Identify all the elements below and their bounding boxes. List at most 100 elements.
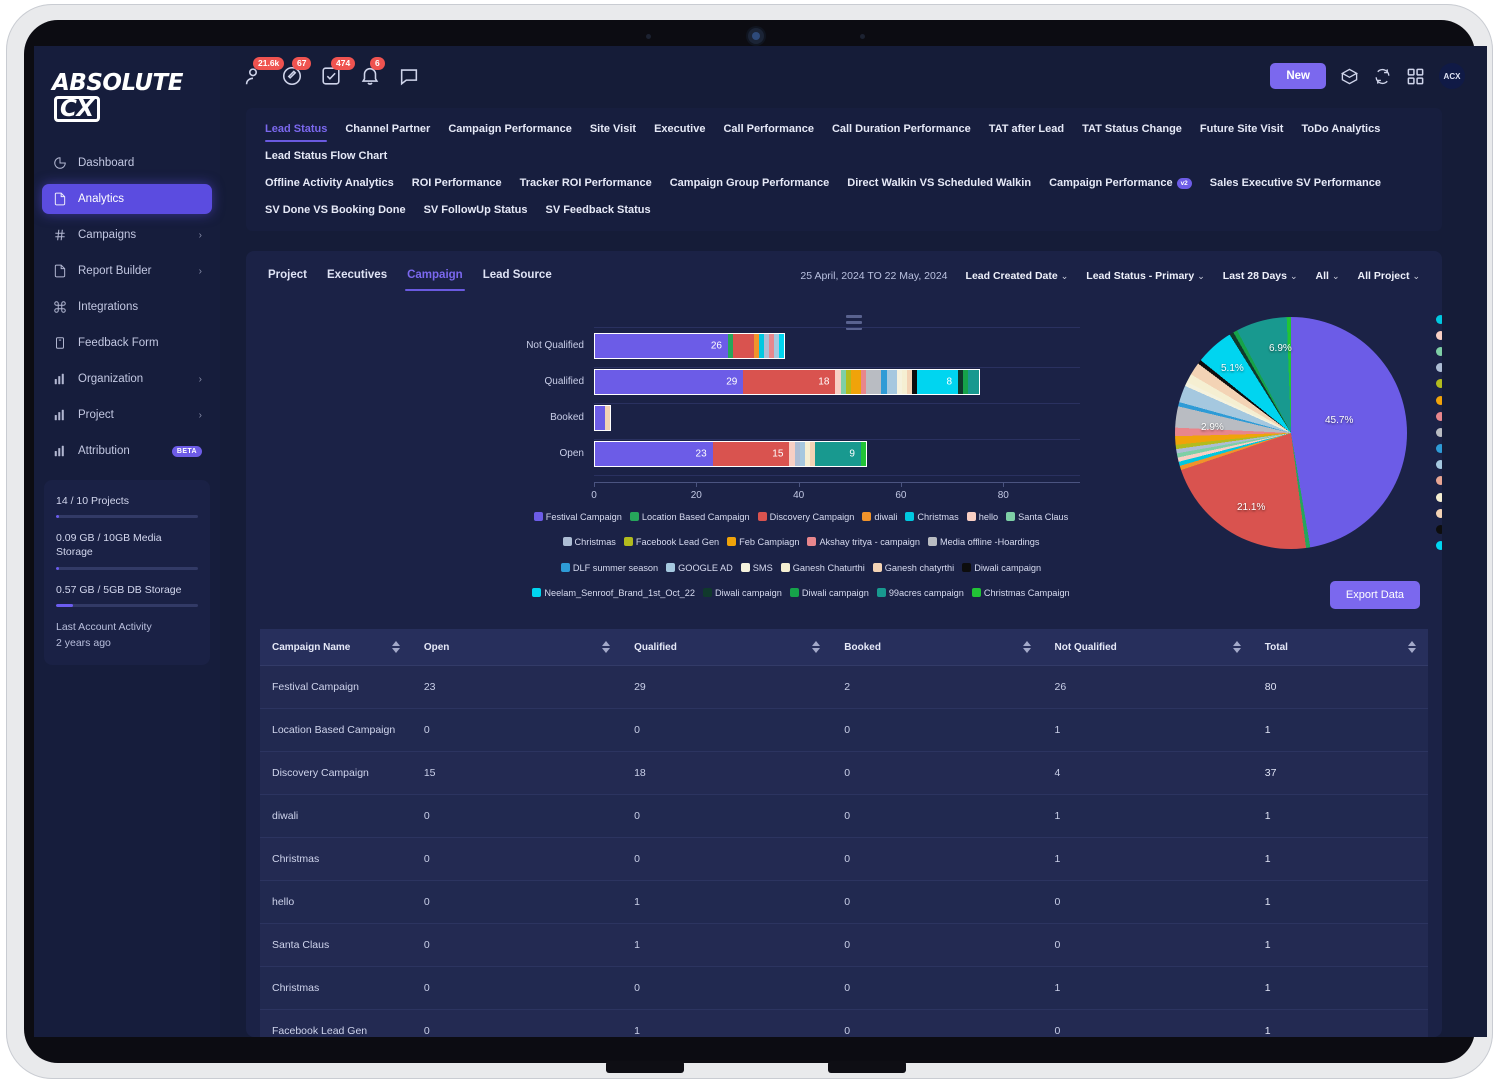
bar-legend-item[interactable]: Facebook Lead Gen xyxy=(623,535,719,550)
refresh-icon[interactable] xyxy=(1373,67,1392,86)
tab-campaign-group-performance[interactable]: Campaign Group Performance xyxy=(661,171,839,198)
bar-legend-item[interactable]: Festival Campaign xyxy=(533,510,622,525)
pie-legend-item[interactable]: SMS xyxy=(1436,473,1442,489)
sidebar-item-attribution[interactable]: Attribution BETA xyxy=(42,436,212,466)
pie-legend-item[interactable]: Christmas xyxy=(1436,360,1442,376)
pie-legend-item[interactable]: Facebook Lead Gen xyxy=(1436,376,1442,392)
tab-direct-walkin-vs-scheduled-walkin[interactable]: Direct Walkin VS Scheduled Walkin xyxy=(838,171,1040,198)
pie-legend-item[interactable]: Christmas xyxy=(1436,311,1442,327)
sort-icon[interactable] xyxy=(391,641,400,653)
bar-legend-item[interactable]: Media offline -Hoardings xyxy=(928,535,1039,550)
chat-icon[interactable] xyxy=(398,65,420,87)
sort-icon[interactable] xyxy=(812,641,821,653)
table-row[interactable]: hello 0 1 0 0 1 xyxy=(260,880,1428,924)
table-row[interactable]: Discovery Campaign 15 18 0 4 37 xyxy=(260,751,1428,795)
tab-roi-performance[interactable]: ROI Performance xyxy=(403,171,511,198)
filter-period[interactable]: Last 28 Days ⌄ xyxy=(1223,270,1298,282)
bar-segment[interactable] xyxy=(968,370,979,394)
new-button[interactable]: New xyxy=(1270,63,1326,89)
tab-lead-status-flow-chart[interactable]: Lead Status Flow Chart xyxy=(256,144,396,171)
sidebar-item-project[interactable]: Project › xyxy=(42,400,212,430)
pie-legend-item[interactable]: Media offline -Hoardings xyxy=(1436,424,1442,440)
sort-icon[interactable] xyxy=(1408,641,1416,653)
tab-sv-followup-status[interactable]: SV FollowUp Status xyxy=(415,198,537,225)
filter-lead-status-primary[interactable]: Lead Status - Primary ⌄ xyxy=(1086,270,1205,282)
avatar[interactable]: ACX xyxy=(1439,63,1465,89)
bar-segment[interactable]: 18 xyxy=(743,370,836,394)
bar-segment[interactable]: 9 xyxy=(814,442,861,466)
bar-legend-item[interactable]: Ganesh Chaturthi xyxy=(780,561,865,576)
tab-offline-activity-analytics[interactable]: Offline Activity Analytics xyxy=(256,171,403,198)
sidebar-item-organization[interactable]: Organization › xyxy=(42,364,212,394)
sidebar-item-report-builder[interactable]: Report Builder › xyxy=(42,256,212,286)
tab-future-site-visit[interactable]: Future Site Visit xyxy=(1191,117,1293,144)
bar-legend-item[interactable]: Location Based Campaign xyxy=(629,510,750,525)
table-header-total[interactable]: Total xyxy=(1252,629,1428,666)
pie-legend-item[interactable]: Santa Claus xyxy=(1436,343,1442,359)
bar-segment[interactable] xyxy=(850,370,861,394)
pie-legend-item[interactable]: Ganesh Chaturthi xyxy=(1436,489,1442,505)
sidebar-item-integrations[interactable]: Integrations xyxy=(42,292,212,322)
bar-legend-item[interactable]: Diwali campaign xyxy=(962,561,1041,576)
bar-legend-item[interactable]: Christmas xyxy=(905,510,959,525)
bar-legend-item[interactable]: hello xyxy=(966,510,998,525)
bar-legend-item[interactable]: DLF summer season xyxy=(560,561,658,576)
filter-project[interactable]: All Project ⌄ xyxy=(1358,270,1420,282)
bar-segment[interactable]: 15 xyxy=(712,442,790,466)
bar-segment[interactable] xyxy=(860,442,867,466)
bar-legend-item[interactable]: Feb Campiagn xyxy=(727,535,799,550)
table-header-booked[interactable]: Booked xyxy=(832,629,1043,666)
sidebar-item-dashboard[interactable]: Dashboard xyxy=(42,148,212,178)
bar-segment[interactable]: 23 xyxy=(595,442,713,466)
tab-campaign-performance[interactable]: Campaign Performance v2 xyxy=(1040,171,1201,198)
bar-segment[interactable] xyxy=(779,334,785,358)
bar-segment[interactable]: 8 xyxy=(917,370,959,394)
pie-legend-item[interactable]: Feb Campiagn xyxy=(1436,392,1442,408)
export-data-button[interactable]: Export Data xyxy=(1329,581,1420,609)
bar-legend-item[interactable]: GOOGLE AD xyxy=(666,561,733,576)
bar-legend-item[interactable]: diwali xyxy=(862,510,897,525)
pie-legend-item[interactable]: DLF summer season xyxy=(1436,441,1442,457)
tab-site-visit[interactable]: Site Visit xyxy=(581,117,645,144)
tab-sv-done-vs-booking-done[interactable]: SV Done VS Booking Done xyxy=(256,198,415,225)
sort-icon[interactable] xyxy=(602,641,611,653)
bar-segment[interactable] xyxy=(733,334,754,358)
table-row[interactable]: Location Based Campaign 0 0 0 1 1 xyxy=(260,708,1428,752)
pie-legend-item[interactable]: GOOGLE AD xyxy=(1436,457,1442,473)
sidebar-item-feedback-form[interactable]: Feedback Form xyxy=(42,328,212,358)
table-header-campaign-name[interactable]: Campaign Name xyxy=(260,629,412,666)
bar-legend-item[interactable]: Discovery Campaign xyxy=(757,510,854,525)
tab-executive[interactable]: Executive xyxy=(645,117,714,144)
table-header-open[interactable]: Open xyxy=(411,629,623,666)
subtab-lead-source[interactable]: Lead Source xyxy=(473,267,562,291)
tab-tracker-roi-performance[interactable]: Tracker ROI Performance xyxy=(511,171,661,198)
table-header-qualified[interactable]: Qualified xyxy=(622,629,833,666)
bar-legend-item[interactable]: Akshay tritya - campaign xyxy=(807,535,920,550)
bar-legend-item[interactable]: Santa Claus xyxy=(1006,510,1068,525)
tab-sales-executive-sv-performance[interactable]: Sales Executive SV Performance xyxy=(1201,171,1390,198)
tab-lead-status[interactable]: Lead Status xyxy=(256,117,336,144)
bar-segment[interactable]: 29 xyxy=(595,370,744,394)
bar-segment[interactable] xyxy=(886,370,897,394)
table-row[interactable]: diwali 0 0 0 1 1 xyxy=(260,794,1428,838)
tab-campaign-performance[interactable]: Campaign Performance xyxy=(439,117,580,144)
bar-legend-item[interactable]: Ganesh chatyrthi xyxy=(872,561,954,576)
subtab-executives[interactable]: Executives xyxy=(317,267,397,291)
table-row[interactable]: Facebook Lead Gen 0 1 0 0 1 xyxy=(260,1009,1428,1037)
bar-segment[interactable] xyxy=(605,406,611,430)
sort-icon[interactable] xyxy=(1022,641,1031,653)
sidebar-item-analytics[interactable]: Analytics xyxy=(42,184,212,214)
subtab-project[interactable]: Project xyxy=(268,267,317,291)
pie-legend-item[interactable]: Ganesh chatyrthi xyxy=(1436,505,1442,521)
bar-legend-item[interactable]: SMS xyxy=(740,561,773,576)
tab-channel-partner[interactable]: Channel Partner xyxy=(336,117,439,144)
tab-sv-feedback-status[interactable]: SV Feedback Status xyxy=(536,198,659,225)
tab-todo-analytics[interactable]: ToDo Analytics xyxy=(1292,117,1389,144)
tab-tat-after-lead[interactable]: TAT after Lead xyxy=(980,117,1073,144)
subtab-campaign[interactable]: Campaign xyxy=(397,267,473,291)
user-icon[interactable]: 21.6k xyxy=(242,57,285,87)
table-row[interactable]: Festival Campaign 23 29 2 26 80 xyxy=(260,665,1428,709)
bar-segment[interactable]: 26 xyxy=(595,334,728,358)
table-row[interactable]: Christmas 0 0 0 1 1 xyxy=(260,837,1428,881)
pie-legend-item[interactable]: hello xyxy=(1436,327,1442,343)
